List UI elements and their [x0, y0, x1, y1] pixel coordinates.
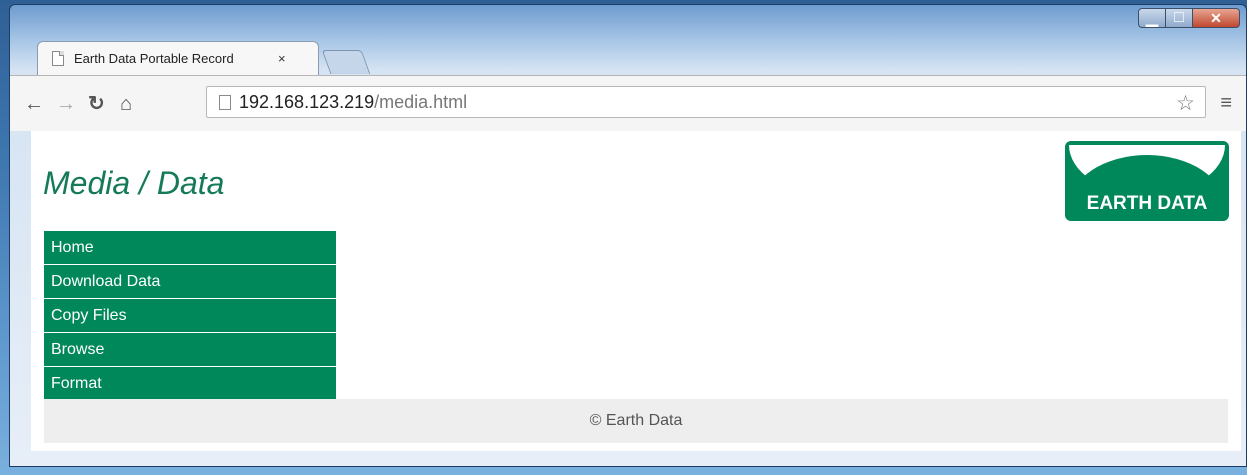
- tab-title: Earth Data Portable Record: [74, 51, 234, 66]
- title-bar: ▁ □ ✕: [10, 5, 1246, 45]
- minimize-button[interactable]: ▁: [1138, 8, 1166, 28]
- browser-toolbar: ← → ↻ ⌂ 192.168.123.219/media.html ☆ ≡: [10, 75, 1246, 131]
- url-host: 192.168.123.219: [239, 91, 375, 112]
- close-window-button[interactable]: ✕: [1193, 8, 1240, 28]
- nav-item-copy-files[interactable]: Copy Files: [44, 299, 336, 333]
- maximize-button[interactable]: □: [1166, 8, 1193, 28]
- new-tab-button[interactable]: [321, 50, 371, 74]
- menu-icon[interactable]: ≡: [1220, 92, 1232, 115]
- nav-item-browse[interactable]: Browse: [44, 333, 336, 367]
- earth-data-logo: EARTH DATA: [1065, 141, 1229, 221]
- nav-item-home[interactable]: Home: [44, 231, 336, 265]
- tab-close-icon[interactable]: ×: [278, 51, 286, 66]
- footer: © Earth Data: [44, 399, 1228, 443]
- reload-icon[interactable]: ↻: [88, 94, 105, 114]
- logo-arc: [1069, 145, 1225, 207]
- logo-text: EARTH DATA: [1086, 193, 1208, 214]
- home-icon[interactable]: ⌂: [120, 94, 132, 114]
- url-path: /media.html: [374, 91, 468, 112]
- forward-icon[interactable]: →: [56, 94, 76, 114]
- url-text: 192.168.123.219/media.html: [239, 92, 467, 113]
- address-bar[interactable]: 192.168.123.219/media.html ☆: [206, 86, 1206, 118]
- nav-item-download-data[interactable]: Download Data: [44, 265, 336, 299]
- page-viewport: Media / Data EARTH DATA Home Download Da…: [31, 131, 1241, 451]
- nav-item-format[interactable]: Format: [44, 367, 336, 401]
- star-icon[interactable]: ☆: [1176, 91, 1195, 116]
- browser-tab[interactable]: Earth Data Portable Record ×: [37, 41, 319, 75]
- window-controls: ▁ □ ✕: [1138, 8, 1240, 28]
- browser-window: ▁ □ ✕ Earth Data Portable Record × ← → ↻…: [9, 4, 1247, 467]
- page-icon: [52, 51, 64, 66]
- page-icon: [219, 94, 231, 110]
- page-title: Media / Data: [43, 165, 225, 201]
- back-icon[interactable]: ←: [24, 94, 44, 114]
- sidebar-nav: Home Download Data Copy Files Browse For…: [44, 231, 336, 401]
